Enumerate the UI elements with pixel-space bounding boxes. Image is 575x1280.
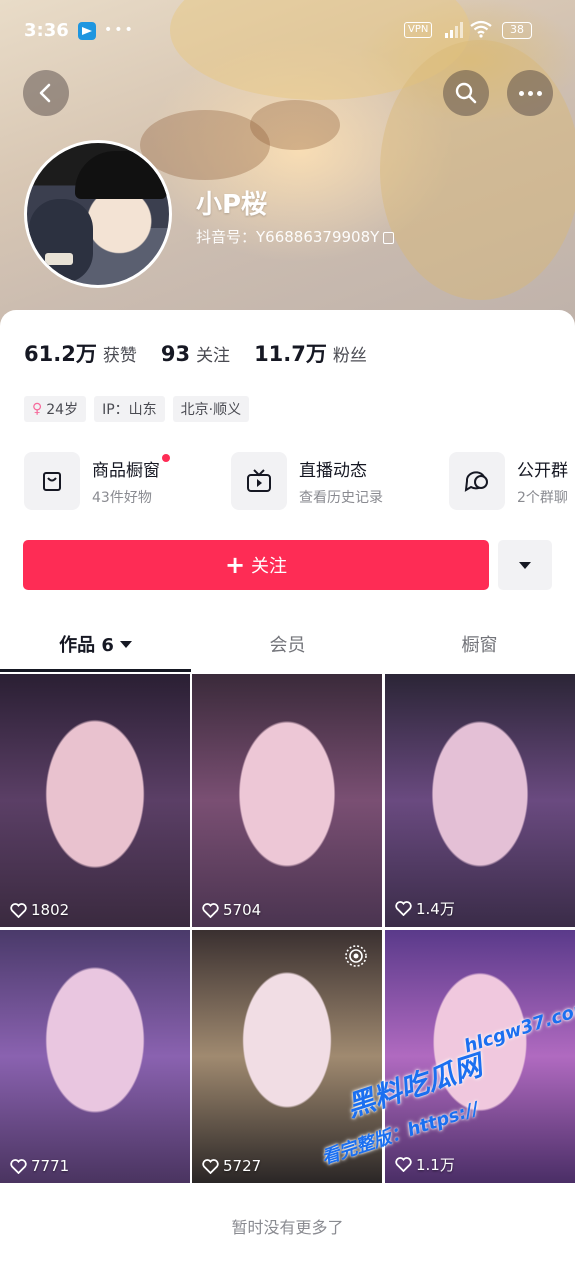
vpn-badge: VPN: [404, 22, 433, 38]
ip-tag: IP：山东: [94, 396, 165, 422]
feature-subtitle: 43件好物: [92, 489, 152, 506]
stat-followers[interactable]: 11.7万 粉丝: [254, 338, 367, 368]
battery-icon: 38: [502, 22, 532, 39]
status-bar: 3:36 ••• VPN 38: [0, 0, 575, 64]
female-icon: ♀: [32, 401, 43, 417]
signal-icon: [445, 22, 463, 38]
caret-down-icon: [119, 640, 132, 648]
caret-down-icon: [519, 561, 531, 569]
like-count-text: 1802: [31, 901, 70, 919]
feature-subtitle: 查看历史记录: [299, 489, 383, 506]
heart-icon: [10, 902, 27, 918]
status-time: 3:36: [24, 20, 69, 41]
like-count: 5727: [202, 1157, 261, 1175]
stat-likes[interactable]: 61.2万 获赞: [24, 338, 137, 368]
feature-live-history[interactable]: 直播动态 查看历史记录: [231, 452, 383, 510]
video-thumbnail[interactable]: 1802: [0, 674, 190, 927]
like-count-text: 7771: [31, 1157, 70, 1175]
search-button[interactable]: [443, 70, 489, 116]
feature-title-text: 商品橱窗: [92, 460, 160, 481]
follow-button[interactable]: + 关注: [23, 540, 489, 590]
feature-public-group[interactable]: 公开群 2个群聊: [449, 452, 568, 510]
new-dot: [162, 453, 170, 462]
notification-dots: •••: [104, 22, 135, 38]
feature-subtitle: 2个群聊: [517, 489, 568, 506]
telegram-icon: [78, 22, 96, 40]
tab-label: 橱窗: [461, 635, 498, 656]
feature-shop-window[interactable]: 商品橱窗 43件好物: [24, 452, 170, 510]
like-count: 5704: [202, 901, 261, 919]
age-tag: ♀ 24岁: [24, 396, 87, 422]
stat-label: 关注: [196, 346, 231, 366]
heart-icon: [395, 901, 412, 916]
plus-icon: +: [224, 551, 246, 579]
stat-label: 粉丝: [332, 346, 367, 366]
copy-icon[interactable]: [383, 231, 395, 244]
age-text: 24岁: [46, 402, 79, 418]
more-dots-icon: [518, 90, 542, 96]
banner-art: [250, 100, 340, 150]
profile-name: 小P桜: [196, 190, 268, 220]
like-count: 1.4万: [395, 898, 455, 919]
tab-works[interactable]: 作品 6: [0, 616, 191, 672]
like-count-text: 5704: [223, 901, 262, 919]
bag-icon: [24, 452, 80, 510]
avatar[interactable]: [24, 140, 172, 288]
video-thumbnail[interactable]: 5704: [192, 674, 382, 927]
content-tabs: 作品 6 会员 橱窗: [0, 616, 575, 672]
back-button[interactable]: [23, 70, 69, 116]
feature-title: 直播动态: [299, 460, 367, 481]
stat-value: 61.2万: [24, 342, 97, 366]
stat-following[interactable]: 93 关注: [161, 341, 230, 366]
video-thumbnail[interactable]: 7771: [0, 930, 190, 1183]
more-button[interactable]: [507, 70, 553, 116]
heart-icon: [202, 902, 219, 918]
follow-label: 关注: [251, 556, 288, 577]
wifi-icon: [470, 20, 492, 38]
douyin-id-text: 抖音号：Y66886379908Y: [196, 228, 380, 246]
heart-icon: [202, 1158, 219, 1174]
video-thumbnail[interactable]: 1.4万: [385, 674, 575, 927]
profile-tags: ♀ 24岁 IP：山东 北京·顺义: [24, 396, 250, 422]
tab-label: 作品 6: [59, 635, 114, 656]
location-tag: 北京·顺义: [172, 396, 250, 422]
location-text: 北京·顺义: [180, 402, 242, 418]
tab-shop-window[interactable]: 橱窗: [384, 616, 575, 672]
avatar-art: [29, 199, 93, 283]
stat-value: 93: [160, 342, 191, 366]
live-photo-icon: [345, 945, 367, 967]
like-count: 1802: [10, 901, 69, 919]
bottom-safe-area: [0, 1258, 575, 1280]
tv-icon: [231, 452, 287, 510]
douyin-id[interactable]: 抖音号：Y66886379908Y: [196, 226, 395, 247]
stat-value: 11.7万: [254, 342, 327, 366]
more-options-dropdown[interactable]: [498, 540, 552, 590]
chat-icon: [449, 452, 505, 510]
like-count: 7771: [10, 1157, 69, 1175]
search-icon: [455, 82, 477, 104]
feature-title: 商品橱窗: [92, 453, 170, 481]
chevron-left-icon: [39, 83, 51, 103]
like-count-text: 5727: [223, 1157, 262, 1175]
heart-icon: [10, 1158, 27, 1174]
feature-row: 商品橱窗 43件好物 直播动态 查看历史记录 公开群 2个群聊: [24, 452, 575, 512]
no-more-text: 暂时没有更多了: [231, 1218, 344, 1237]
like-count-text: 1.4万: [416, 900, 455, 918]
stats-row: 61.2万 获赞 93 关注 11.7万 粉丝: [24, 338, 367, 368]
profile-page: 3:36 ••• VPN 38 小P桜 抖音号：Y66886379908Y 61…: [0, 0, 575, 1280]
tab-member[interactable]: 会员: [192, 616, 383, 672]
feature-title: 公开群: [517, 460, 568, 481]
tab-label: 会员: [269, 635, 306, 656]
stat-label: 获赞: [102, 346, 137, 366]
ip-text: IP：山东: [102, 402, 157, 418]
